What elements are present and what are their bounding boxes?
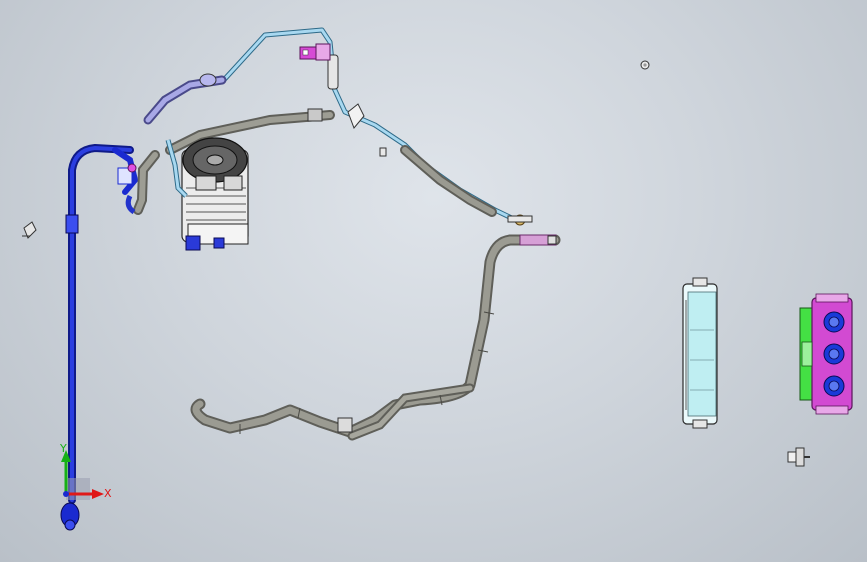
bolt-fastener[interactable] <box>787 447 810 467</box>
coordinate-triad: Y X <box>59 442 112 500</box>
evaporator-core[interactable] <box>682 277 718 429</box>
control-knob-top[interactable] <box>823 311 845 333</box>
left-clip[interactable] <box>22 221 37 239</box>
discharge-hose[interactable] <box>190 234 561 441</box>
assembly-scene[interactable]: Y X <box>0 0 867 562</box>
pressure-switch[interactable] <box>299 43 331 61</box>
x-axis-label: X <box>104 487 112 500</box>
cad-viewport[interactable]: Y X <box>0 0 867 562</box>
climate-control-panel[interactable] <box>799 293 853 415</box>
blue-suction-tube[interactable] <box>60 144 160 531</box>
control-knob-middle[interactable] <box>823 343 845 365</box>
liquid-line[interactable] <box>219 27 533 226</box>
ac-compressor[interactable] <box>165 137 249 251</box>
nut-fastener[interactable] <box>640 60 650 70</box>
control-knob-bottom[interactable] <box>823 375 845 397</box>
y-axis-label: Y <box>59 442 67 455</box>
lavender-tube[interactable] <box>143 73 227 125</box>
